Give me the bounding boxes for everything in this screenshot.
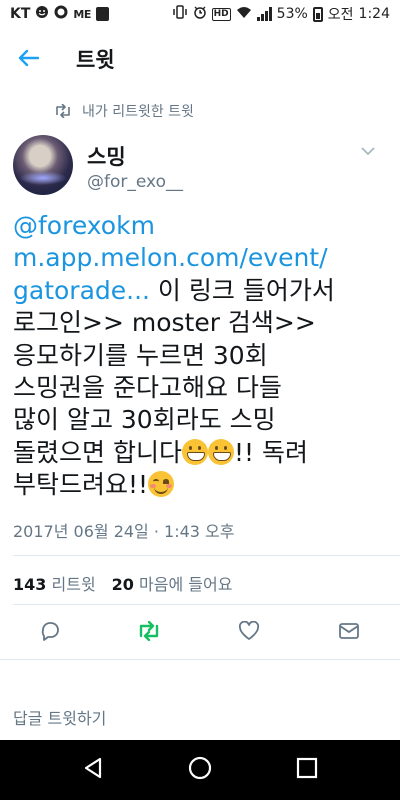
me-icon: ME [73, 7, 91, 21]
circle-icon [54, 5, 68, 23]
back-triangle-icon [83, 757, 103, 783]
status-bar-left: KT ME [10, 5, 109, 23]
smiling-face-with-blush-icon [148, 471, 175, 498]
tweet-menu-button[interactable] [356, 138, 380, 162]
grinning-face-icon [181, 438, 208, 465]
direct-message-icon [338, 622, 360, 644]
retweets-count: 143 [13, 575, 47, 594]
tweet-text-line: 응모하기를 누르면 30회 [13, 340, 268, 370]
alarm-icon [193, 5, 207, 23]
tweet-timestamp[interactable]: 2017년 06월 24일 · 1:43 오후 [13, 518, 234, 542]
tweet-text-line: 이 링크 들어가서 [149, 275, 335, 305]
page-title: 트윗 [76, 48, 115, 72]
nav-recents-button[interactable] [287, 750, 327, 790]
retweets-label: 리트윗 [51, 575, 96, 594]
reply-icon [39, 620, 61, 646]
home-circle-icon [188, 756, 212, 784]
app-header: 트윗 [0, 28, 400, 90]
like-button[interactable] [233, 617, 265, 649]
avatar[interactable] [13, 135, 73, 195]
chevron-down-icon [361, 141, 375, 160]
likes-label: 마음에 들어요 [139, 575, 233, 594]
system-nav-bar [0, 740, 400, 800]
retweet-icon [54, 104, 72, 118]
notification-square-icon [95, 7, 109, 21]
tweet-text-line: 스밍권을 준다고해요 다들 [13, 373, 282, 403]
like-heart-icon [238, 620, 260, 645]
tweet-text: @forexokm m.app.melon.com/event/ gatorad… [13, 210, 393, 502]
tweet-text-line: 부탁드려요!! [13, 470, 149, 500]
retweet-button[interactable] [133, 617, 165, 649]
url-link-part1[interactable]: m.app.melon.com/event/ [13, 243, 328, 272]
wifi-icon [236, 5, 252, 23]
vibrate-icon [172, 5, 188, 23]
author-name[interactable]: 스밍 [87, 141, 126, 171]
status-bar-right: HD 53% 오전 1:24 [172, 4, 390, 24]
direct-message-button[interactable] [333, 617, 365, 649]
tweet-stats: 143 리트윗 20 마음에 들어요 [13, 571, 232, 595]
tweet-text-line: !! 독려 [233, 437, 308, 467]
reply-prompt[interactable]: 답글 트윗하기 [13, 705, 106, 729]
tweet-actions [0, 617, 400, 649]
hd-icon: HD [211, 7, 231, 21]
reply-button[interactable] [34, 617, 66, 649]
url-link-part2[interactable]: gatorade... [13, 276, 150, 305]
battery-percent: 53% [276, 6, 308, 22]
signal-icon [256, 7, 272, 21]
divider [13, 555, 400, 556]
likes-stat[interactable]: 20 마음에 들어요 [112, 571, 233, 595]
author-handle[interactable]: @for_exo__ [87, 172, 183, 192]
tweet-text-line: 돌렸으면 합니다 [13, 437, 182, 467]
divider [13, 604, 400, 605]
divider [0, 659, 400, 660]
recents-square-icon [296, 757, 318, 783]
tweet-text-line: 많이 알고 30회라도 스밍 [13, 405, 276, 435]
smiley-icon [35, 5, 49, 23]
likes-count: 20 [111, 575, 134, 594]
nav-home-button[interactable] [180, 750, 220, 790]
retweet-context[interactable]: 내가 리트윗한 트윗 [54, 101, 194, 121]
grinning-face-icon [207, 438, 234, 465]
status-bar: KT ME HD 53% 오전 1:24 [0, 0, 400, 28]
carrier-label: KT [10, 6, 31, 22]
battery-icon [312, 6, 323, 22]
retweets-stat[interactable]: 143 리트윗 [13, 571, 96, 595]
clock-ampm: 오전 [327, 7, 354, 23]
retweet-icon [137, 620, 161, 645]
back-arrow-icon [17, 44, 40, 74]
retweet-context-label: 내가 리트윗한 트윗 [82, 104, 194, 120]
mention-link[interactable]: @forexokm [13, 211, 155, 240]
clock-time: 1:24 [358, 6, 390, 22]
nav-back-button[interactable] [73, 750, 113, 790]
tweet-text-line: 로그인>> moster 검색>> [13, 308, 316, 338]
back-button[interactable] [0, 31, 56, 87]
